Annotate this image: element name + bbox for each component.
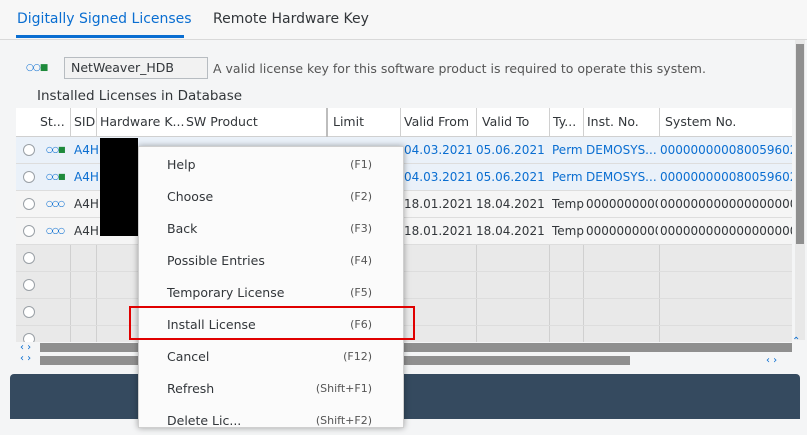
cell-sid: A4H	[74, 143, 99, 157]
footer-toolbar	[10, 374, 800, 419]
tab-divider	[0, 39, 807, 40]
table-row[interactable]	[16, 245, 792, 272]
menu-item-label: Help	[167, 157, 196, 172]
cell-inst-no: DEMOSYS...	[586, 143, 657, 157]
col-header-limit[interactable]: Limit	[333, 114, 364, 129]
row-select-radio[interactable]	[23, 144, 35, 156]
status-ok-icon: ○○■	[46, 172, 65, 181]
col-header-system-no[interactable]: System No.	[665, 114, 736, 129]
col-header-sw-product[interactable]: SW Product	[186, 114, 258, 129]
cell-type: Perm	[552, 170, 583, 184]
col-header-hardware-key[interactable]: Hardware K...	[100, 114, 184, 129]
cell-valid-to: 18.04.2021	[476, 224, 545, 238]
cell-sid: A4H	[74, 170, 99, 184]
context-menu: Help (F1) Choose (F2) Back (F3) Possible…	[138, 146, 404, 428]
menu-item-shortcut: (F3)	[350, 222, 372, 235]
menu-item-cancel[interactable]: Cancel (F12)	[139, 341, 403, 371]
cell-valid-from: 04.03.2021	[404, 170, 473, 184]
table-row[interactable]	[16, 272, 792, 299]
row-select-radio[interactable]	[23, 333, 35, 342]
cell-valid-to: 05.06.2021	[476, 143, 545, 157]
menu-item-shortcut: (F4)	[350, 254, 372, 267]
status-inactive-icon: ○○○	[46, 199, 65, 208]
scrollbar-thumb[interactable]	[796, 44, 804, 244]
menu-item-delete-license[interactable]: Delete Lic... (Shift+F2)	[139, 405, 403, 435]
row-select-radio[interactable]	[23, 279, 35, 291]
row-select-radio[interactable]	[23, 171, 35, 183]
menu-item-shortcut: (F2)	[350, 190, 372, 203]
scroll-left-icons[interactable]: ‹ › ‹ ›	[20, 342, 31, 364]
scroll-right-icon[interactable]: ‹ ›	[766, 355, 777, 366]
tab-remote-hardware-key[interactable]: Remote Hardware Key	[213, 11, 369, 27]
cell-inst-no: 0000000000	[586, 197, 658, 211]
menu-item-possible-entries[interactable]: Possible Entries (F4)	[139, 245, 403, 275]
cell-type: Temp	[552, 197, 584, 211]
cell-valid-to: 05.06.2021	[476, 170, 545, 184]
cell-valid-from: 18.01.2021	[404, 197, 473, 211]
menu-item-shortcut: (F12)	[343, 350, 372, 363]
menu-item-label: Delete Lic...	[167, 413, 242, 428]
row-select-radio[interactable]	[23, 225, 35, 237]
section-title: Installed Licenses in Database	[37, 88, 243, 104]
software-product-field[interactable]: NetWeaver_HDB	[64, 57, 208, 79]
install-license-highlight	[129, 306, 415, 340]
tab-bar: Digitally Signed Licenses Remote Hardwar…	[0, 0, 807, 40]
tab-digitally-signed-licenses[interactable]: Digitally Signed Licenses	[17, 11, 192, 27]
menu-item-shortcut: (F5)	[350, 286, 372, 299]
cell-type: Temp	[552, 224, 584, 238]
menu-item-help[interactable]: Help (F1)	[139, 149, 403, 179]
col-header-status[interactable]: St...	[40, 114, 65, 129]
cell-sid: A4H	[74, 224, 99, 238]
cell-system-no: 00000000000000000000	[660, 197, 792, 211]
menu-item-shortcut: (Shift+F2)	[315, 414, 372, 427]
col-header-valid-from[interactable]: Valid From	[404, 114, 469, 129]
menu-item-temporary-license[interactable]: Temporary License (F5)	[139, 277, 403, 307]
menu-item-label: Choose	[167, 189, 214, 204]
status-ok-icon: ○○■	[46, 145, 65, 154]
cell-valid-from: 18.01.2021	[404, 224, 473, 238]
menu-item-label: Cancel	[167, 349, 210, 364]
table-header: St... SID Hardware K... SW Product Limit…	[16, 108, 792, 137]
cell-inst-no: DEMOSYS...	[586, 170, 657, 184]
cell-sid: A4H	[74, 197, 99, 211]
row-select-radio[interactable]	[23, 198, 35, 210]
menu-item-refresh[interactable]: Refresh (Shift+F1)	[139, 373, 403, 403]
cell-system-no: 0000000000800596027	[660, 170, 792, 184]
chevron-icon[interactable]: ⌃	[792, 336, 800, 347]
col-header-inst-no[interactable]: Inst. No.	[587, 114, 639, 129]
menu-item-label: Possible Entries	[167, 253, 265, 268]
cell-system-no: 00000000000000000000	[660, 224, 792, 238]
status-inactive-icon: ○○○	[46, 226, 65, 235]
row-select-radio[interactable]	[23, 252, 35, 264]
license-info-text: A valid license key for this software pr…	[213, 61, 706, 76]
menu-item-choose[interactable]: Choose (F2)	[139, 181, 403, 211]
menu-item-shortcut: (F1)	[350, 158, 372, 171]
cell-valid-to: 18.04.2021	[476, 197, 545, 211]
redaction-block	[100, 138, 138, 236]
menu-item-label: Temporary License	[167, 285, 285, 300]
menu-item-label: Back	[167, 221, 198, 236]
cell-valid-from: 04.03.2021	[404, 143, 473, 157]
col-header-sid[interactable]: SID	[74, 114, 95, 129]
cell-type: Perm	[552, 143, 583, 157]
col-header-type[interactable]: Ty...	[553, 114, 576, 129]
cell-inst-no: 0000000000	[586, 224, 658, 238]
col-header-valid-to[interactable]: Valid To	[482, 114, 529, 129]
status-ok-icon: ○○■	[26, 63, 48, 73]
menu-item-shortcut: (Shift+F1)	[315, 382, 372, 395]
menu-item-back[interactable]: Back (F3)	[139, 213, 403, 243]
active-tab-indicator	[16, 35, 184, 38]
cell-system-no: 0000000000800596027	[660, 143, 792, 157]
vertical-scrollbar[interactable]	[795, 40, 805, 340]
row-select-radio[interactable]	[23, 306, 35, 318]
menu-item-label: Refresh	[167, 381, 215, 396]
